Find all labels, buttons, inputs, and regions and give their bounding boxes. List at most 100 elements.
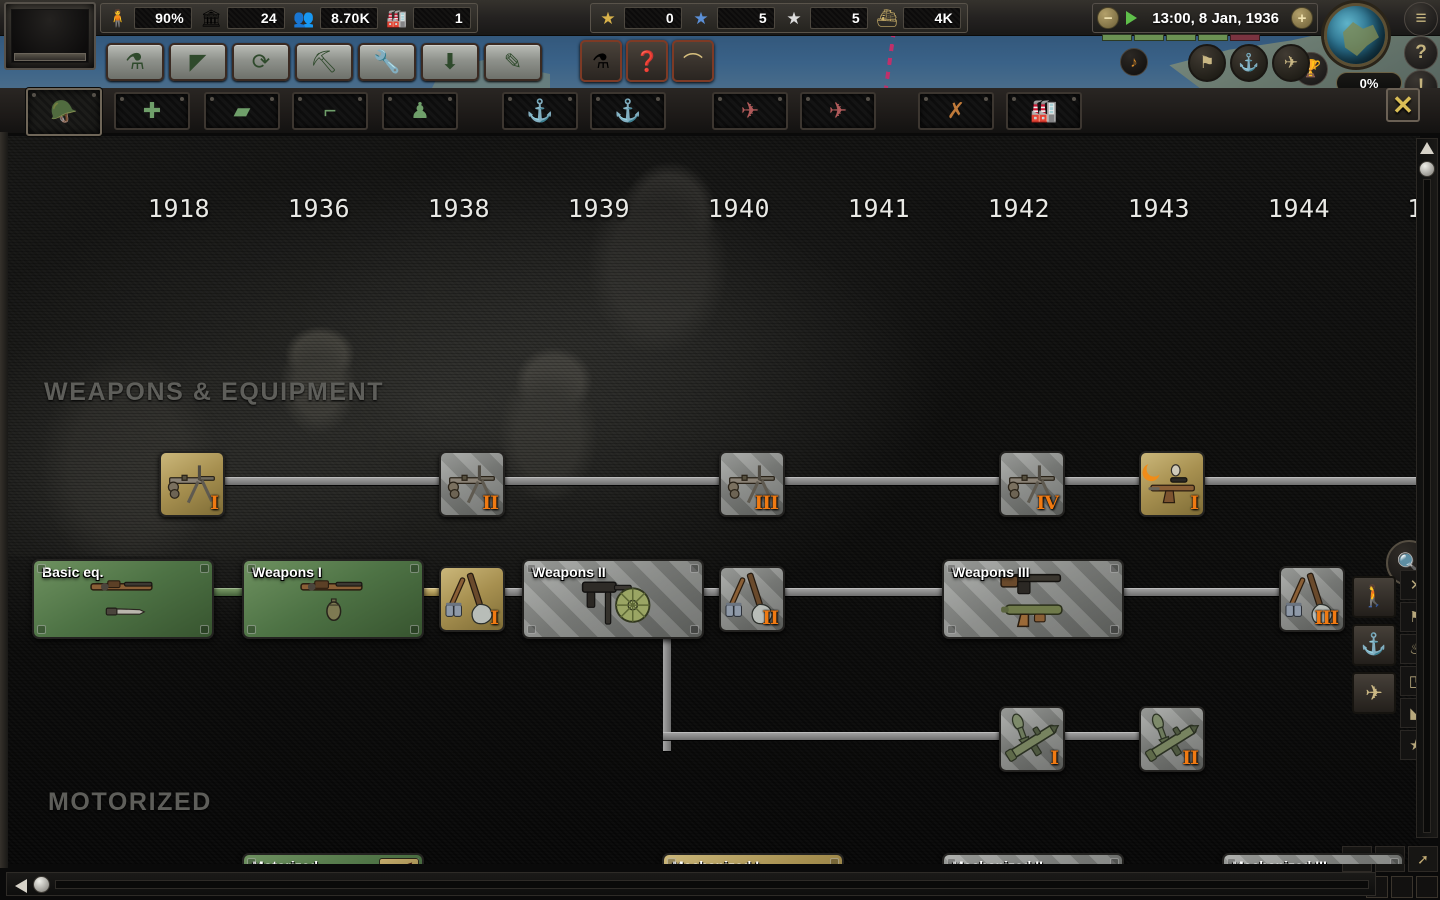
overlay-slot[interactable] [1416, 876, 1438, 898]
overlay-slot[interactable] [1391, 876, 1413, 898]
horizontal-scroll-track[interactable] [55, 880, 1369, 889]
globe-icon[interactable] [1324, 3, 1388, 67]
tech-node-support-equipment-2[interactable]: II [719, 566, 785, 632]
scroll-up-arrow-icon[interactable] [1420, 142, 1434, 154]
production-button[interactable]: ⟳ [232, 43, 290, 81]
tab-army[interactable]: ⌒ [672, 40, 714, 82]
excavator-icon: ⛏ [310, 49, 338, 74]
tab-naval[interactable]: ⚓ [502, 92, 578, 130]
year-label: 1918 [147, 194, 211, 223]
tech-node-night-vision-1[interactable]: I [1139, 451, 1205, 517]
game-speed-control[interactable]: − 13:00, 8 Jan, 1936 + [1092, 3, 1318, 33]
corner-rivet [830, 858, 839, 864]
army-experience[interactable]: ★ 0 [593, 5, 686, 31]
logistics-button[interactable]: 🔧 [358, 43, 416, 81]
research-button[interactable]: ⚗ [106, 43, 164, 81]
star-blue-icon: ★ [693, 8, 709, 28]
construction-button[interactable]: ⛏ [295, 43, 353, 81]
corner-rivet [947, 625, 956, 634]
tech-node-mechanized-2[interactable]: Mechanized IIII [942, 853, 1124, 864]
tab-air[interactable]: ✈ [712, 92, 788, 130]
tab-engineering[interactable]: ✗ [918, 92, 994, 130]
tech-node-support-weapons-3[interactable]: III [719, 451, 785, 517]
research-bonus-badge[interactable] [379, 858, 419, 864]
tech-node-support-weapons-4[interactable]: IV [999, 451, 1065, 517]
menu-button[interactable]: ≡ [1404, 2, 1438, 36]
tech-node-infantry-equipment-2[interactable]: Weapons II [522, 559, 704, 639]
tech-level: I [1050, 747, 1059, 769]
tab-support-companies[interactable]: ✚ [114, 92, 190, 130]
help-button[interactable]: ? [1404, 36, 1438, 70]
resource-stability[interactable]: 🏛 24 [196, 5, 289, 31]
tech-label: Weapons III [952, 564, 1030, 580]
air-units-filter[interactable]: ✈ [1352, 672, 1396, 714]
tech-node-infantry-at-1[interactable]: I [999, 706, 1065, 772]
connector [498, 477, 720, 485]
corner-rivet [690, 625, 699, 634]
tab-armor[interactable]: ▰ [204, 92, 280, 130]
tech-node-support-weapons-1[interactable]: I [159, 451, 225, 517]
government-icon: 🏛 [200, 8, 222, 28]
tech-node-infantry-equipment-3[interactable]: Weapons III [942, 559, 1124, 639]
tab-industry[interactable]: 🏭 [1006, 92, 1082, 130]
deployment-button[interactable]: ⬇ [421, 43, 479, 81]
resource-manpower[interactable]: 👥 8.70K [289, 5, 382, 31]
land-units-filter[interactable]: 🚶 [1352, 576, 1396, 618]
tab-research[interactable]: ⚗ [580, 40, 622, 82]
connector [1056, 732, 1142, 740]
army-theatre-button[interactable]: ⚑ [1188, 44, 1226, 82]
tech-node-infantry-equipment-1[interactable]: Weapons I [242, 559, 424, 639]
arrows-toggle[interactable]: ➚ [1408, 846, 1438, 872]
navy-theatre-button[interactable]: ⚓ [1230, 44, 1268, 82]
tech-tree-canvas[interactable]: 1918 1936 1938 1939 1940 1941 1942 1943 1944 1 WE… [8, 136, 1420, 864]
leader-portrait-frame[interactable] [4, 2, 96, 70]
tech-level: II [1182, 747, 1199, 769]
horizontal-scrollbar[interactable] [6, 872, 1376, 896]
tech-node-motorized-1[interactable]: Motorized [242, 853, 424, 864]
tab-land-doctrine[interactable]: ♟ [382, 92, 458, 130]
corner-rivet [1110, 564, 1119, 573]
speed-up-button[interactable]: + [1291, 7, 1313, 29]
navy-experience-value: 5 [717, 7, 775, 29]
air-theatre-button[interactable]: ✈ [1272, 44, 1310, 82]
decisions-button[interactable]: ✎ [484, 43, 542, 81]
horizontal-scroll-thumb[interactable] [33, 876, 50, 893]
convoys[interactable]: ⛴ 4K [872, 5, 965, 31]
tech-node-infantry-at-2[interactable]: II [1139, 706, 1205, 772]
tech-node-infantry-equipment-0[interactable]: Basic eq. [32, 559, 214, 639]
corner-rivet [410, 564, 419, 573]
close-button[interactable]: ✕ [1386, 88, 1420, 122]
tech-label: Motorized [252, 858, 318, 864]
trade-button[interactable]: ◤ [169, 43, 227, 81]
rivet [508, 97, 512, 101]
resource-factories[interactable]: 🏭 1 [382, 5, 475, 31]
scroll-left-arrow-icon[interactable] [15, 879, 27, 893]
air-experience[interactable]: ★ 5 [779, 5, 872, 31]
music-button[interactable]: ♪ [1120, 48, 1148, 76]
corner-rivet [37, 625, 46, 634]
tab-naval-doctrine[interactable]: ⚓ [590, 92, 666, 130]
tech-node-support-equipment-1[interactable]: I [439, 566, 505, 632]
connector [218, 477, 440, 485]
tech-node-mechanized-3[interactable]: Mechanized IIIIII [1222, 853, 1404, 864]
rivet [718, 97, 722, 101]
tab-national-focus[interactable]: ❓ [626, 40, 668, 82]
tech-node-support-weapons-2[interactable]: II [439, 451, 505, 517]
rivet [448, 97, 452, 101]
tab-air-doctrine[interactable]: ✈ [800, 92, 876, 130]
tech-node-support-equipment-3[interactable]: III [1279, 566, 1345, 632]
tab-infantry[interactable]: 🪖 [26, 88, 102, 136]
convoys-value: 4K [903, 7, 961, 29]
vertical-scroll-thumb[interactable] [1419, 161, 1435, 177]
tab-artillery[interactable]: ⌐ [292, 92, 368, 130]
tech-level: I [210, 492, 219, 514]
tech-node-mechanized-1[interactable]: Mechanized II [662, 853, 844, 864]
resource-group: 🧍 90% 🏛 24 👥 8.70K 🏭 1 [100, 3, 478, 33]
vertical-scroll-track[interactable] [1423, 179, 1431, 833]
speed-down-button[interactable]: − [1097, 7, 1120, 29]
vertical-scrollbar[interactable] [1416, 138, 1438, 838]
play-pause-icon[interactable] [1126, 11, 1138, 25]
resource-political-power[interactable]: 🧍 90% [103, 5, 196, 31]
naval-units-filter[interactable]: ⚓ [1352, 624, 1396, 666]
navy-experience[interactable]: ★ 5 [686, 5, 779, 31]
